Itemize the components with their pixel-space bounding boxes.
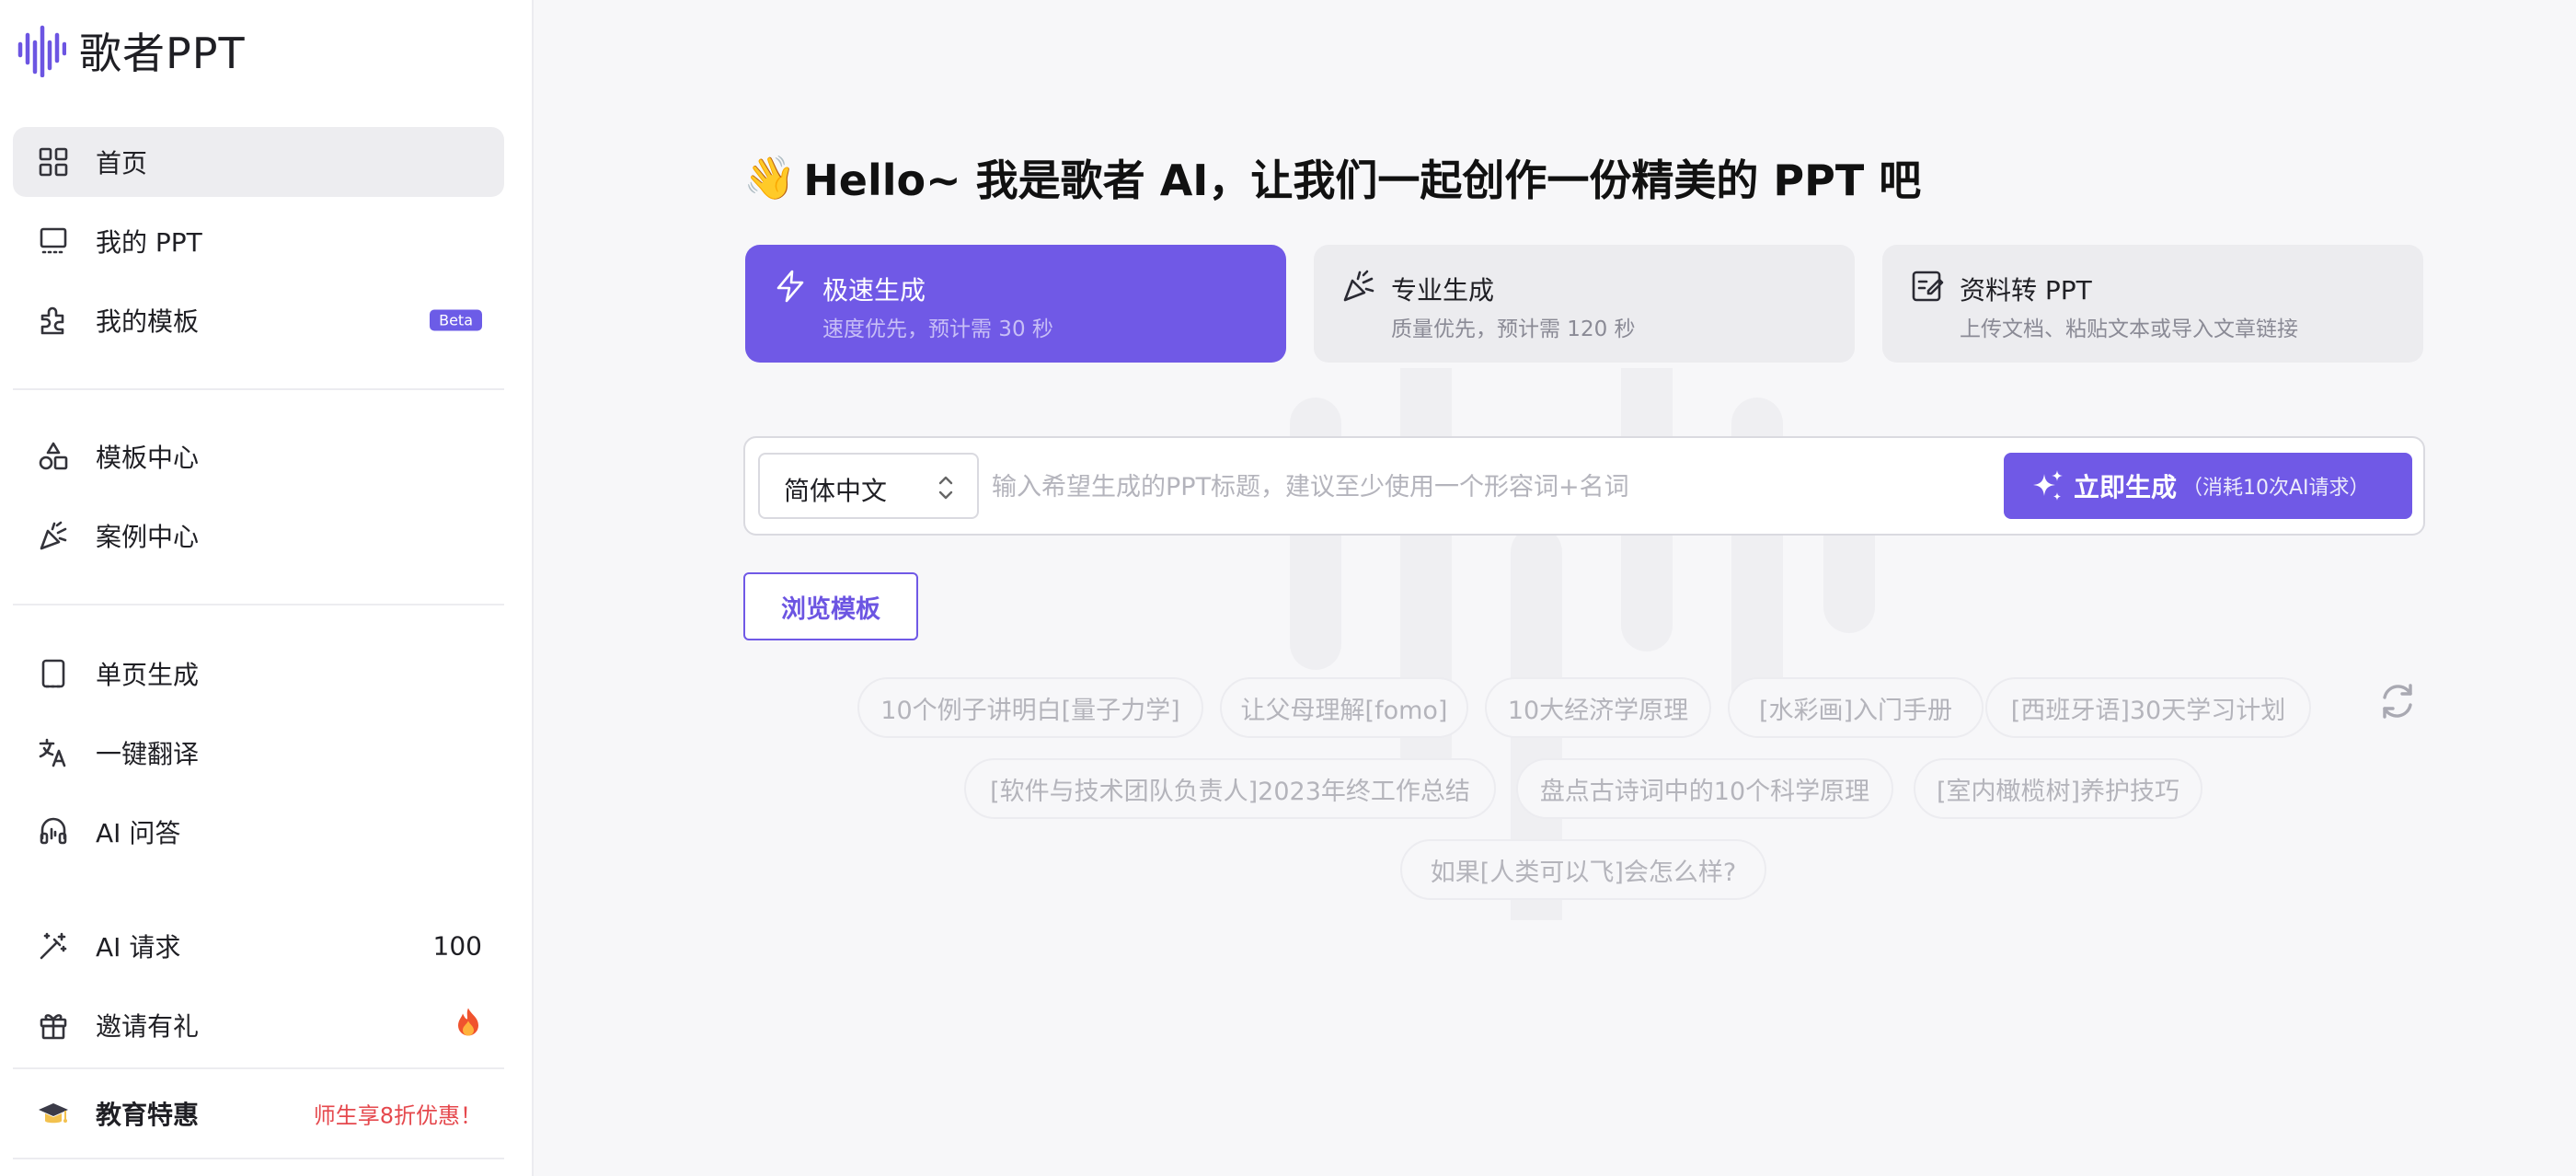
sidebar-divider [13,1067,504,1069]
suggestion-chip[interactable]: 10个例子讲明白[量子力学] [857,677,1203,738]
suggestion-chip[interactable]: 如果[人类可以飞]会怎么样? [1400,839,1766,900]
mode-card-subtitle: 速度优先，预计需 30 秒 [822,317,1053,341]
generate-button-note: （消耗10次AI请求） [2182,477,2370,500]
sidebar-item-my-ppt[interactable]: 我的 PPT [13,206,504,276]
language-select[interactable]: 简体中文 [758,453,979,519]
sidebar-item-label: 我的 PPT [96,227,202,258]
refresh-suggestions-button[interactable] [2377,681,2418,721]
app-logo[interactable]: 歌者PPT [17,20,246,81]
sidebar-item-single-page[interactable]: 单页生成 [13,639,504,709]
edit-doc-icon [1910,269,1945,304]
gift-icon [37,1009,70,1042]
sidebar-item-label: 我的模板 [96,306,200,337]
waving-hand-icon: 👋 [743,152,797,202]
suggestion-chip[interactable]: [西班牙语]30天学习计划 [1985,677,2311,738]
monitor-icon [37,225,70,258]
app-name: 歌者PPT [79,29,246,78]
prompt-bar: 简体中文 立即生成 （消耗10次AI请求） [743,436,2425,536]
zap-icon [773,269,808,304]
sidebar-divider [13,604,504,605]
education-discount-note: 师生享8折优惠！ [313,1102,482,1129]
generate-button[interactable]: 立即生成 （消耗10次AI请求） [2004,453,2412,519]
sidebar-item-ai-requests[interactable]: AI 请求 100 [13,911,504,981]
logo-icon [17,25,66,77]
suggestion-chip[interactable]: 盘点古诗词中的10个科学原理 [1516,758,1893,819]
mode-card-title: 资料转 PPT [1960,275,2092,306]
graduation-cap-icon [37,1097,70,1130]
mode-card-fast[interactable]: 极速生成 速度优先，预计需 30 秒 [745,245,1286,363]
suggestion-chip[interactable]: 让父母理解[fomo] [1220,677,1468,738]
refresh-icon [2383,684,2412,719]
sidebar-item-home[interactable]: 首页 [13,127,504,197]
headset-icon [37,815,70,848]
sidebar-divider [13,388,504,390]
sidebar-item-label: 一键翻译 [96,739,200,769]
page-title: 👋 Hello~ 我是歌者 AI，让我们一起创作一份精美的 PPT 吧 [743,147,1921,208]
mode-card-pro[interactable]: 专业生成 质量优先，预计需 120 秒 [1314,245,1855,363]
magic-wand-icon [37,929,70,963]
suggestion-chip[interactable]: [水彩画]入门手册 [1728,677,1984,738]
sidebar-item-label: 案例中心 [96,522,200,552]
generate-button-label: 立即生成 [2074,472,2178,502]
language-select-value: 简体中文 [784,476,888,506]
prompt-input[interactable] [992,455,2004,519]
sidebar-item-translate[interactable]: 一键翻译 [13,718,504,788]
grid-icon [37,145,70,179]
sidebar-item-label: 模板中心 [96,443,200,473]
sidebar-item-invite[interactable]: 邀请有礼 [13,990,504,1060]
suggestion-chip[interactable]: [软件与技术团队负责人]2023年终工作总结 [964,758,1496,819]
sidebar-item-template-center[interactable]: 模板中心 [13,421,504,491]
ai-request-count: 100 [432,930,482,962]
beta-badge: Beta [430,309,482,331]
sidebar-item-label: AI 问答 [96,818,181,848]
mode-card-title: 极速生成 [822,275,926,306]
sidebar-item-education[interactable]: 教育特惠 师生享8折优惠！ [13,1078,504,1148]
mode-card-title: 专业生成 [1391,275,1495,306]
sidebar-item-label: AI 请求 [96,932,181,963]
page-frame-icon [37,657,70,690]
sidebar-item-label: 邀请有礼 [96,1011,200,1042]
party-popper-icon [1341,269,1376,304]
page-title-text: Hello~ 我是歌者 AI，让我们一起创作一份精美的 PPT 吧 [803,156,1922,205]
mode-card-subtitle: 质量优先，预计需 120 秒 [1391,317,1636,341]
sidebar-item-my-templates[interactable]: 我的模板 Beta [13,285,504,355]
sidebar: 歌者PPT 首页 我的 PPT 我的模板 Beta 模板中心 案例中心 单页生成… [0,0,534,1176]
sidebar-item-case-center[interactable]: 案例中心 [13,501,504,571]
suggestion-chip[interactable]: 10大经济学原理 [1485,677,1711,738]
mode-card-doc-to-ppt[interactable]: 资料转 PPT 上传文档、粘贴文本或导入文章链接 [1882,245,2423,363]
puzzle-icon [37,304,70,337]
shapes-icon [37,440,70,473]
mode-card-subtitle: 上传文档、粘贴文本或导入文章链接 [1960,317,2298,341]
browse-templates-button[interactable]: 浏览模板 [743,572,918,640]
suggestion-chip[interactable]: [室内橄榄树]养护技巧 [1914,758,2202,819]
chevron-updown-icon [938,476,953,500]
sidebar-item-label: 教育特惠 [96,1100,200,1130]
party-popper-icon [37,519,70,552]
sidebar-item-label: 单页生成 [96,660,200,690]
sidebar-divider [13,1158,504,1159]
fire-icon [454,1007,482,1044]
sidebar-item-label: 首页 [96,148,148,179]
sidebar-item-ai-qa[interactable]: AI 问答 [13,797,504,867]
sparkles-icon [2033,470,2063,501]
translate-icon [37,736,70,769]
